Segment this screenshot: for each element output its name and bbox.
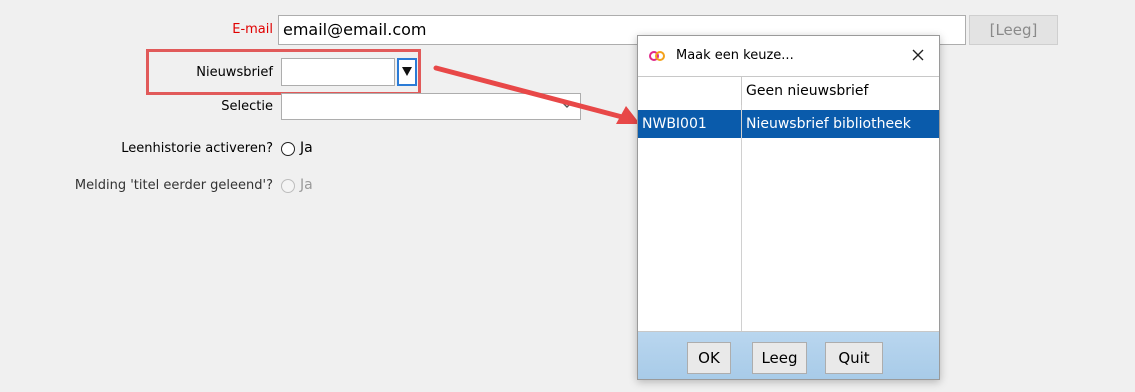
list-item[interactable]: Geen nieuwsbrief — [638, 77, 939, 105]
nieuwsbrief-field[interactable] — [281, 58, 395, 86]
item-code — [638, 77, 741, 105]
leenhistorie-label: Leenhistorie activeren? — [121, 141, 273, 156]
nieuwsbrief-label: Nieuwsbrief — [196, 65, 273, 80]
list-item-selected[interactable]: NWBI001 Nieuwsbrief bibliotheek — [638, 110, 939, 138]
melding-label: Melding 'titel eerder geleend'? — [74, 178, 273, 193]
ok-button[interactable]: OK — [687, 342, 731, 374]
choice-list[interactable]: Geen nieuwsbrief NWBI001 Nieuwsbrief bib… — [638, 76, 939, 332]
leenhistorie-radio[interactable] — [281, 142, 295, 156]
melding-radio[interactable] — [281, 179, 295, 193]
item-name: Geen nieuwsbrief — [741, 77, 939, 105]
selectie-label: Selectie — [221, 99, 273, 114]
leeg-button[interactable]: Leeg — [752, 342, 807, 374]
app-logo-icon — [649, 51, 665, 61]
chevron-down-icon[interactable] — [560, 97, 574, 111]
melding-option-label: Ja — [300, 177, 313, 193]
dialog-footer: OK Leeg Quit — [638, 332, 939, 379]
email-label: E-mail — [232, 22, 273, 37]
dialog-titlebar[interactable]: Maak een keuze... — [638, 36, 939, 76]
choice-dialog: Maak een keuze... Geen nieuwsbrief NWBI0… — [637, 35, 940, 380]
close-icon[interactable] — [911, 48, 925, 62]
dialog-title: Maak een keuze... — [676, 48, 794, 63]
quit-button[interactable]: Quit — [825, 342, 883, 374]
column-divider — [741, 105, 742, 331]
leenhistorie-option-label: Ja — [300, 140, 313, 156]
item-name: Nieuwsbrief bibliotheek — [741, 110, 939, 138]
item-code: NWBI001 — [642, 116, 707, 132]
clear-email-button[interactable]: [Leeg] — [969, 15, 1058, 45]
selectie-dropdown[interactable] — [281, 93, 581, 120]
nieuwsbrief-dropdown-button[interactable] — [397, 58, 417, 86]
